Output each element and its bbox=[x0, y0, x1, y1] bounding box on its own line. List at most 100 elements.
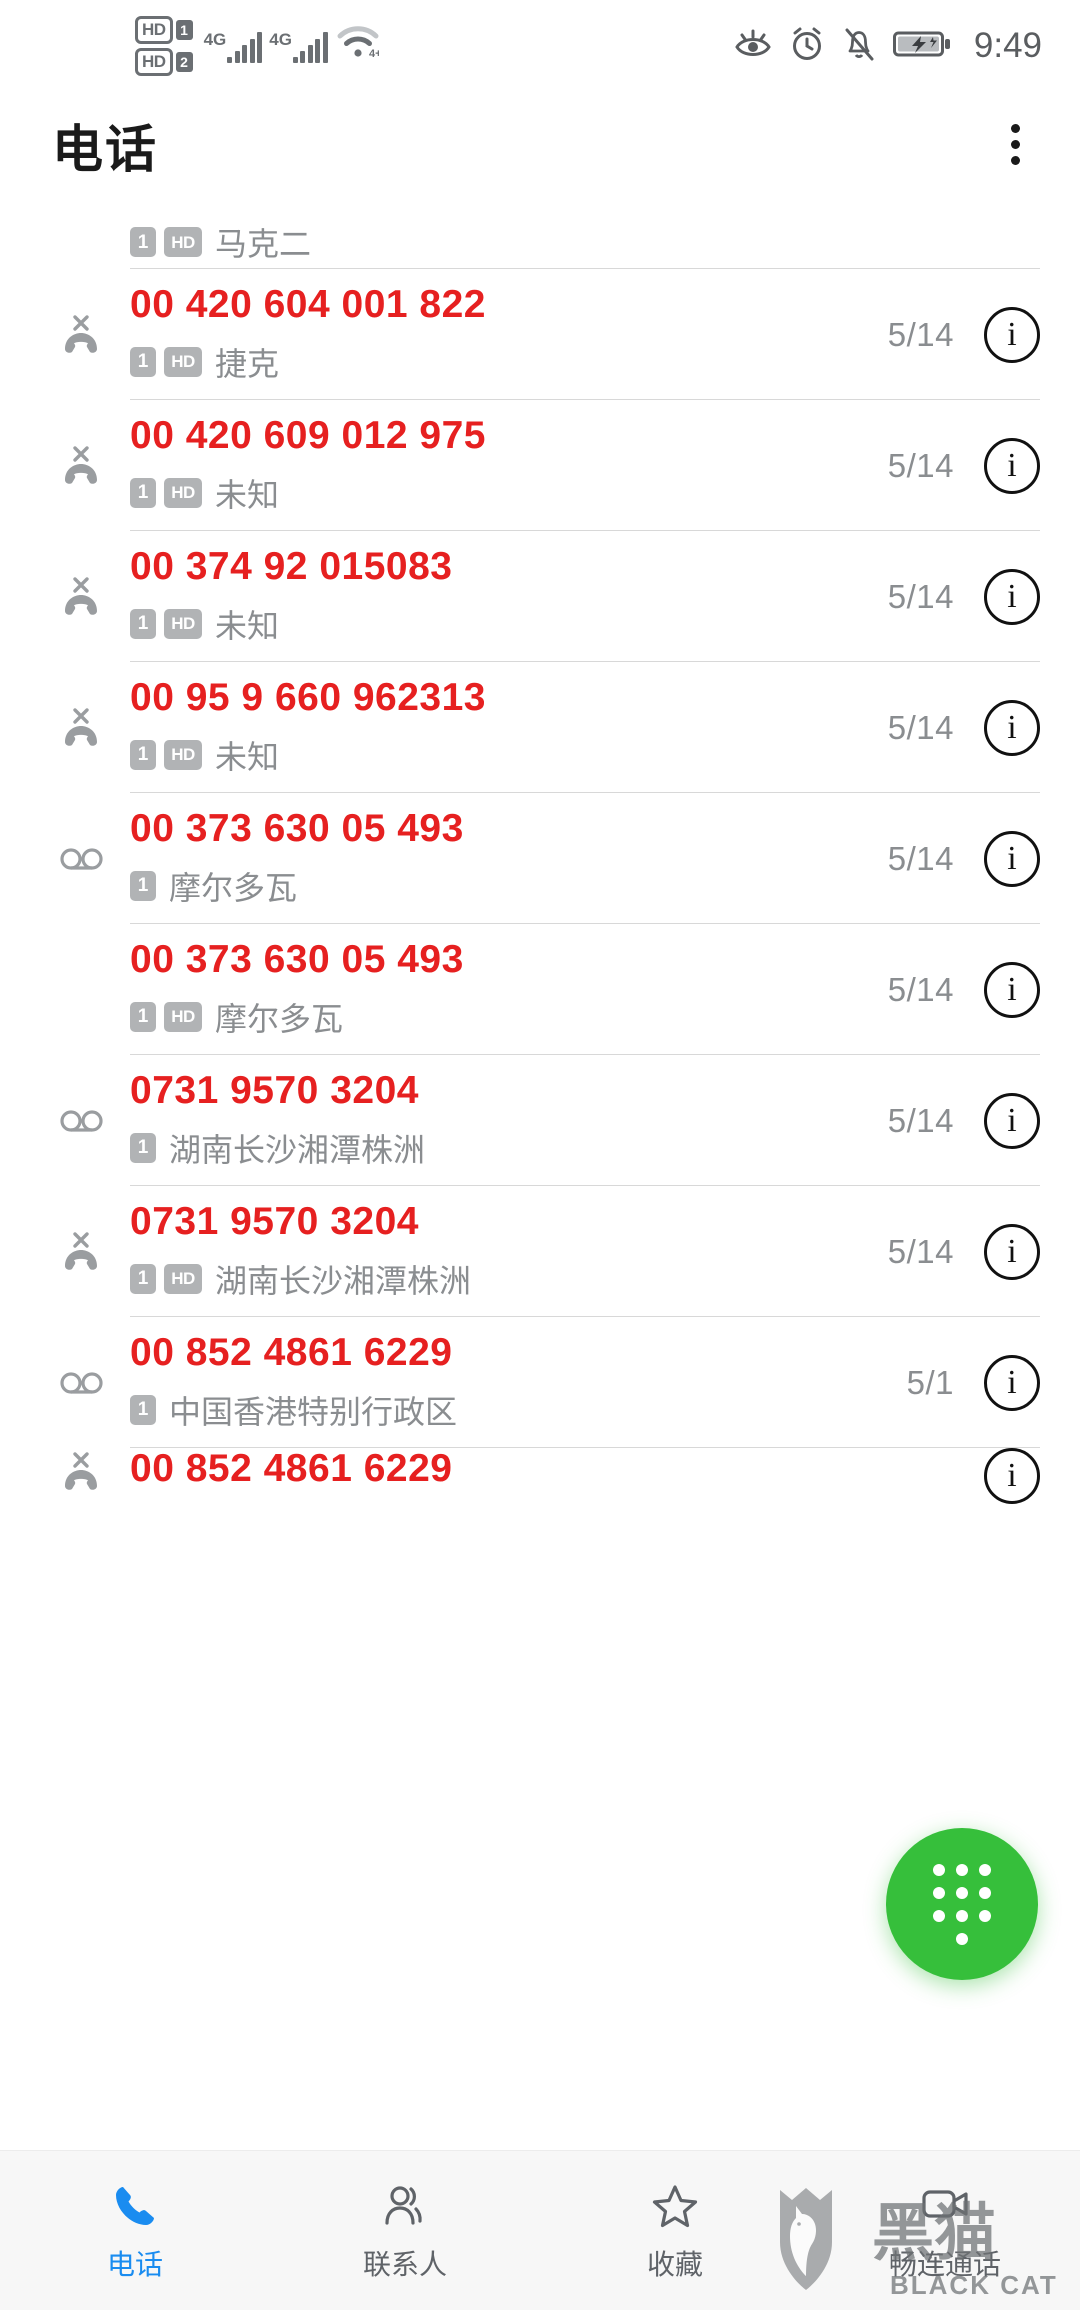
hd-icon: HD bbox=[135, 16, 173, 44]
signal-group-1: 4G bbox=[204, 25, 263, 67]
hd-badge: HD bbox=[164, 1263, 202, 1294]
sim2-hd-row: HD 2 bbox=[135, 48, 193, 76]
table-row[interactable]: 1 HD 马克二 bbox=[0, 197, 1080, 269]
hd-badge: HD bbox=[164, 477, 202, 508]
call-row-right: 5/14 i bbox=[888, 437, 1040, 494]
tab-contacts[interactable]: 联系人 bbox=[270, 2151, 540, 2310]
call-row-body: 0731 9570 3204 1 HD 湖南长沙湘潭株洲 bbox=[130, 1201, 888, 1301]
call-meta: 1 HD 未知 bbox=[130, 732, 888, 778]
status-bar-clock: 9:49 bbox=[973, 26, 1042, 65]
sim-badge: 1 bbox=[130, 1394, 156, 1425]
status-bar-right: 9:49 bbox=[734, 0, 1042, 92]
battery-charging-icon bbox=[892, 28, 953, 65]
phone-number: 00 852 4861 6229 bbox=[130, 1448, 453, 1490]
dialpad-fab[interactable] bbox=[886, 1828, 1038, 1980]
missed-call-icon bbox=[36, 1228, 130, 1276]
sim-badge: 1 bbox=[130, 1132, 156, 1163]
sim-badge: 1 bbox=[130, 477, 156, 508]
phone-number: 00 852 4861 6229 bbox=[130, 1331, 453, 1375]
table-row[interactable]: 0731 9570 3204 1 HD 湖南长沙湘潭株洲 5/14 i bbox=[0, 1186, 1080, 1317]
tab-meetime[interactable]: 畅连通话 bbox=[810, 2151, 1080, 2310]
sim-badge: 1 bbox=[130, 870, 156, 901]
call-details-icon[interactable]: i bbox=[984, 306, 1040, 363]
call-date: 5/14 bbox=[887, 839, 954, 877]
table-row[interactable]: 00 852 4861 6229 i bbox=[0, 1448, 1080, 1518]
call-row-right: 5/1 i bbox=[907, 1354, 1040, 1411]
table-row[interactable]: 0731 9570 3204 1 湖南长沙湘潭株洲 5/14 i bbox=[0, 1055, 1080, 1186]
missed-call-icon bbox=[36, 1448, 130, 1496]
call-meta: 1 HD 摩尔多瓦 bbox=[130, 994, 888, 1040]
call-row-body: 00 420 604 001 822 1 HD 捷克 bbox=[130, 284, 888, 384]
table-row[interactable]: 00 95 9 660 962313 1 HD 未知 5/14 i bbox=[0, 662, 1080, 793]
phone-number: 00 373 630 05 493 bbox=[130, 938, 464, 982]
svg-text:4+: 4+ bbox=[369, 48, 379, 59]
hd-badge: HD bbox=[164, 346, 202, 377]
call-date: 5/14 bbox=[887, 708, 954, 746]
call-details-icon[interactable]: i bbox=[984, 961, 1040, 1018]
eye-comfort-icon bbox=[734, 27, 772, 66]
call-meta: 1 HD 未知 bbox=[130, 470, 888, 516]
tab-label: 联系人 bbox=[362, 2248, 447, 2280]
signal-bars-icon bbox=[292, 31, 328, 63]
call-date: 5/14 bbox=[887, 315, 954, 353]
overflow-menu-icon[interactable] bbox=[995, 110, 1036, 179]
sim-badge: 1 bbox=[130, 739, 156, 770]
hd-badge: HD bbox=[164, 608, 202, 639]
table-row[interactable]: 00 420 604 001 822 1 HD 捷克 5/14 i bbox=[0, 269, 1080, 400]
phone-number: 0731 9570 3204 bbox=[130, 1069, 419, 1113]
tab-phone[interactable]: 电话 bbox=[0, 2151, 270, 2310]
call-meta: 1 HD 马克二 bbox=[130, 219, 1040, 265]
call-row-right: 5/14 i bbox=[887, 1223, 1040, 1280]
call-location: 未知 bbox=[215, 476, 280, 513]
status-bar: HD 1 HD 2 4G 4G 4+ 9:49 bbox=[0, 0, 1080, 92]
hd-icon: HD bbox=[135, 48, 173, 76]
tab-favorites[interactable]: 收藏 bbox=[540, 2151, 810, 2310]
call-row-body: 00 420 609 012 975 1 HD 未知 bbox=[130, 415, 888, 515]
table-row[interactable]: 00 374 92 015083 1 HD 未知 5/14 i bbox=[0, 531, 1080, 662]
phone-icon bbox=[110, 2179, 160, 2233]
table-row[interactable]: 00 373 630 05 493 1 摩尔多瓦 5/14 i bbox=[0, 793, 1080, 924]
call-details-icon[interactable]: i bbox=[984, 699, 1040, 756]
sim-2-badge: 2 bbox=[175, 52, 193, 72]
call-location: 摩尔多瓦 bbox=[169, 869, 298, 906]
call-details-icon[interactable]: i bbox=[984, 1354, 1040, 1411]
network-type-label: 4G bbox=[203, 30, 227, 49]
call-details-icon[interactable]: i bbox=[984, 568, 1040, 625]
phone-number: 00 420 609 012 975 bbox=[130, 414, 487, 458]
call-meta: 1 HD 捷克 bbox=[130, 339, 888, 385]
call-row-right: 5/14 i bbox=[887, 306, 1040, 363]
voicemail-icon bbox=[36, 1104, 130, 1138]
network-type-label: 4G bbox=[269, 30, 292, 49]
page-title: 电话 bbox=[52, 120, 159, 178]
table-row[interactable]: 00 373 630 05 493 1 HD 摩尔多瓦 5/14 i bbox=[0, 924, 1080, 1055]
tab-label: 电话 bbox=[106, 2248, 163, 2280]
call-details-icon[interactable]: i bbox=[984, 1223, 1040, 1280]
call-details-icon[interactable]: i bbox=[984, 830, 1040, 887]
call-details-icon[interactable]: i bbox=[984, 437, 1040, 494]
call-details-icon[interactable]: i bbox=[984, 1092, 1040, 1149]
call-log-list[interactable]: 1 HD 马克二 00 420 604 001 822 1 HD 捷克 5/14… bbox=[0, 197, 1080, 2150]
call-location: 湖南长沙湘潭株洲 bbox=[215, 1262, 472, 1299]
tab-label: 收藏 bbox=[646, 2248, 703, 2280]
dual-sim-hd-indicator: HD 1 HD 2 bbox=[135, 16, 193, 76]
call-row-body: 00 373 630 05 493 1 HD 摩尔多瓦 bbox=[130, 939, 888, 1039]
call-location: 马克二 bbox=[215, 226, 312, 262]
app-bar: 电话 bbox=[0, 92, 1080, 197]
call-meta: 1 HD 湖南长沙湘潭株洲 bbox=[130, 1256, 888, 1302]
call-details-icon[interactable]: i bbox=[984, 1448, 1040, 1504]
call-date: 5/14 bbox=[887, 577, 954, 615]
call-location: 未知 bbox=[215, 607, 280, 644]
table-row[interactable]: 00 852 4861 6229 1 中国香港特别行政区 5/1 i bbox=[0, 1317, 1080, 1448]
call-date: 5/14 bbox=[887, 970, 954, 1008]
alarm-clock-icon bbox=[789, 26, 825, 67]
call-row-body: 00 852 4861 6229 1 中国香港特别行政区 bbox=[130, 1332, 907, 1432]
table-row[interactable]: 00 420 609 012 975 1 HD 未知 5/14 i bbox=[0, 400, 1080, 531]
call-row-body: 00 374 92 015083 1 HD 未知 bbox=[130, 546, 888, 646]
call-date: 5/14 bbox=[887, 1232, 954, 1270]
call-location: 捷克 bbox=[215, 345, 280, 382]
call-row-body: 00 373 630 05 493 1 摩尔多瓦 bbox=[130, 808, 888, 908]
sim-badge: 1 bbox=[130, 608, 156, 639]
sim-1-badge: 1 bbox=[175, 20, 193, 40]
call-row-body: 0731 9570 3204 1 湖南长沙湘潭株洲 bbox=[130, 1070, 888, 1170]
call-location: 中国香港特别行政区 bbox=[169, 1393, 458, 1430]
